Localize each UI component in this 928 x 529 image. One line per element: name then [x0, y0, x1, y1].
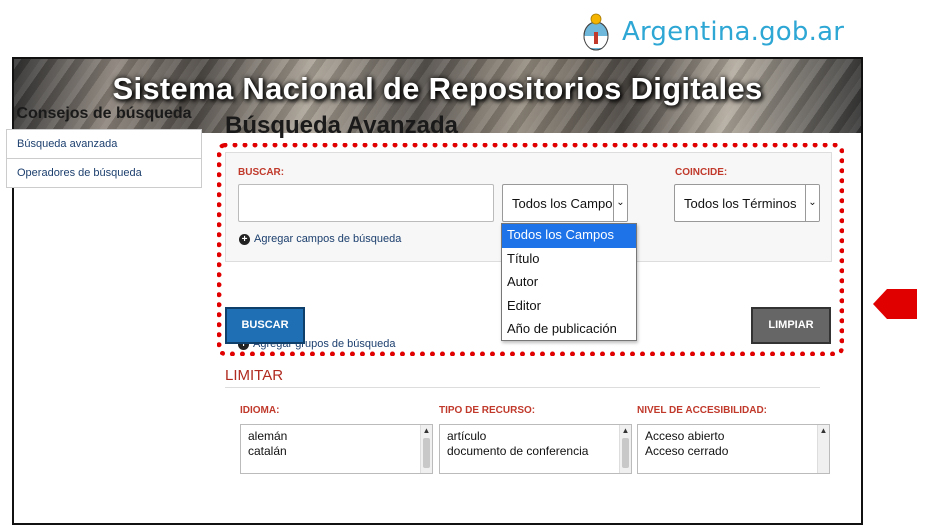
list-item[interactable]: catalán — [241, 444, 432, 459]
dropdown-option-title[interactable]: Título — [502, 248, 636, 272]
dropdown-option-author[interactable]: Autor — [502, 271, 636, 295]
list-item[interactable]: Acceso cerrado — [638, 444, 829, 459]
dropdown-option-publisher[interactable]: Editor — [502, 295, 636, 319]
access-level-filter: NIVEL DE ACCESIBILIDAD: Acceso abierto A… — [637, 405, 830, 474]
access-level-filter-label: NIVEL DE ACCESIBILIDAD: — [637, 405, 768, 416]
resource-type-filter: TIPO DE RECURSO: artículo documento de c… — [439, 405, 632, 474]
scroll-up-icon[interactable]: ▲ — [818, 425, 829, 437]
sidebar-item-search-operators[interactable]: Operadores de búsqueda — [6, 158, 202, 188]
list-item[interactable]: Acceso abierto — [638, 425, 829, 444]
scrollbar-thumb[interactable] — [423, 438, 430, 468]
field-select-dropdown: Todos los Campos Título Autor Editor Año… — [501, 223, 637, 341]
resource-type-filter-label: TIPO DE RECURSO: — [439, 405, 536, 416]
page-title: Búsqueda Avanzada — [225, 112, 458, 139]
scrollbar[interactable]: ▲ — [817, 425, 829, 473]
scrollbar[interactable]: ▲ — [420, 425, 432, 473]
scrollbar-thumb[interactable] — [622, 438, 629, 468]
sidebar-item-advanced-search[interactable]: Búsqueda avanzada — [6, 129, 202, 158]
gov-logo[interactable]: Argentina.gob.ar — [582, 10, 844, 54]
list-item[interactable]: alemán — [241, 425, 432, 444]
list-item[interactable]: artículo — [440, 425, 631, 444]
access-level-listbox[interactable]: Acceso abierto Acceso cerrado ▲ — [637, 424, 830, 474]
list-item[interactable]: documento de conferencia — [440, 444, 631, 459]
dropdown-option-publication-year[interactable]: Año de publicación — [502, 318, 636, 342]
language-filter-label: IDIOMA: — [240, 405, 280, 416]
language-listbox[interactable]: alemán catalán ▲ — [240, 424, 433, 474]
scroll-up-icon[interactable]: ▲ — [620, 425, 631, 437]
argentina-seal-icon — [583, 13, 609, 51]
dropdown-option-all-fields[interactable]: Todos los Campos — [502, 224, 636, 248]
scroll-up-icon[interactable]: ▲ — [421, 425, 432, 437]
language-filter: IDIOMA: alemán catalán ▲ — [240, 405, 433, 474]
limit-section-title: LIMITAR — [225, 367, 820, 388]
sidebar-title: Consejos de búsqueda — [16, 105, 192, 122]
scrollbar[interactable]: ▲ — [619, 425, 631, 473]
gov-site-name: Argentina.gob.ar — [622, 17, 845, 47]
arrow-left-icon — [873, 289, 917, 319]
search-tips-sidebar: Consejos de búsqueda Búsqueda avanzada O… — [6, 101, 202, 188]
resource-type-listbox[interactable]: artículo documento de conferencia ▲ — [439, 424, 632, 474]
